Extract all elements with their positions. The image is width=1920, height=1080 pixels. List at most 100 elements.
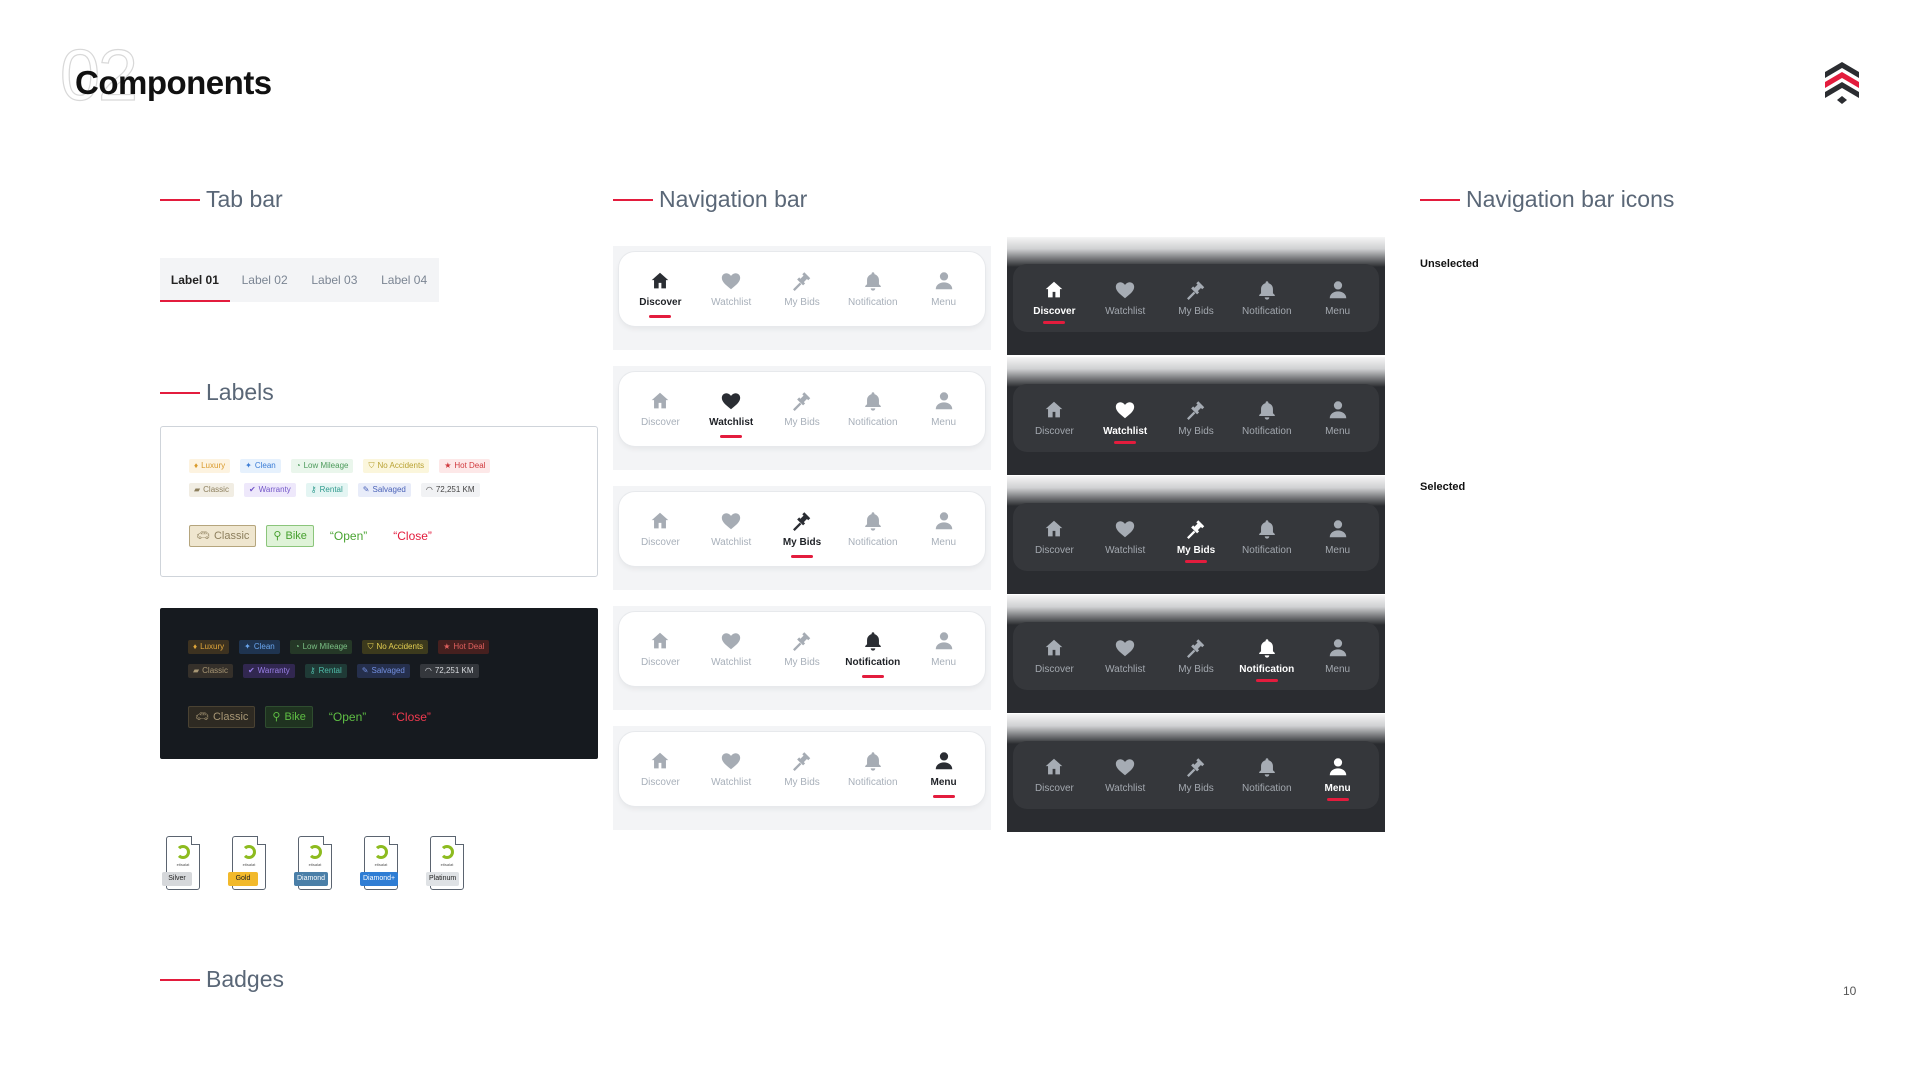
nav-item-my-bids[interactable]: My Bids	[1161, 384, 1231, 452]
dark-navigation-bar-variant: Discover Watchlist My Bids Notification Menu	[1007, 595, 1385, 713]
light-navigation-bar-variant: Discover Watchlist My Bids Notification Menu	[613, 366, 991, 470]
nav-item-menu[interactable]: Menu	[1303, 264, 1373, 332]
nav-item-my-bids[interactable]: My Bids	[1161, 622, 1231, 690]
chip-text: Clean	[254, 461, 276, 470]
badge-brand: etisalat	[374, 862, 388, 867]
tab-label-04[interactable]: Label 04	[369, 258, 439, 302]
nav-item-discover[interactable]: Discover	[1019, 264, 1089, 332]
nav-item-menu[interactable]: Menu	[1303, 741, 1373, 809]
badge-tier: Gold	[228, 872, 258, 886]
badge-tier: Platinum	[426, 872, 460, 886]
heading-accent-line	[160, 978, 200, 981]
nav-item-label: Notification	[1242, 306, 1292, 317]
bell-icon	[1258, 281, 1275, 300]
nav-item-notification[interactable]: Notification	[1232, 384, 1302, 452]
chip-text: No Accidents	[376, 642, 424, 651]
nav-item-discover[interactable]: Discover	[625, 252, 695, 326]
heart-icon	[1116, 521, 1135, 538]
heading-accent-line	[160, 391, 200, 394]
nav-item-label: My Bids	[1178, 783, 1214, 794]
nav-item-discover[interactable]: Discover	[625, 372, 695, 446]
bell-icon	[864, 272, 881, 291]
gavel-icon	[793, 752, 811, 771]
nav-item-my-bids[interactable]: My Bids	[1161, 741, 1231, 809]
navigation-bar: Discover Watchlist My Bids Notification Menu	[619, 492, 985, 566]
nav-item-discover[interactable]: Discover	[1019, 503, 1089, 571]
nav-item-notification[interactable]: Notification	[838, 252, 908, 326]
bike-label: ⚲ Bike	[266, 525, 314, 547]
nav-item-notification[interactable]: Notification	[838, 372, 908, 446]
nav-item-label: My Bids	[1176, 545, 1216, 556]
chip-text: Classic	[213, 530, 250, 542]
sparkle-icon: ✦	[244, 642, 251, 651]
car-icon: 🚗︎	[196, 530, 210, 542]
heart-icon	[722, 393, 741, 410]
nav-item-my-bids[interactable]: My Bids	[767, 732, 837, 806]
diamond-icon: ♦	[194, 461, 199, 470]
chip-text: Low Mileage	[303, 461, 349, 470]
nav-item-my-bids[interactable]: My Bids	[767, 492, 837, 566]
nav-item-watchlist[interactable]: Watchlist	[696, 252, 766, 326]
nav-item-watchlist[interactable]: Watchlist	[696, 612, 766, 686]
nav-item-watchlist[interactable]: Watchlist	[696, 492, 766, 566]
nav-item-menu[interactable]: Menu	[1303, 384, 1373, 452]
nav-item-discover[interactable]: Discover	[1019, 622, 1089, 690]
nav-item-notification[interactable]: Notification	[838, 492, 908, 566]
nav-item-notification[interactable]: Notification	[1232, 503, 1302, 571]
tab-label-01[interactable]: Label 01	[160, 258, 230, 302]
nav-item-menu[interactable]: Menu	[909, 252, 979, 326]
heart-icon	[722, 513, 741, 530]
navigation-bar: Discover Watchlist My Bids Notification Menu	[619, 252, 985, 326]
nav-item-menu[interactable]: Menu	[1303, 622, 1373, 690]
nav-item-menu[interactable]: Menu	[1303, 503, 1373, 571]
gavel-icon	[1187, 520, 1205, 539]
chip-text: Rental	[318, 666, 342, 675]
gavel-icon	[1187, 639, 1205, 658]
nav-item-menu[interactable]: Menu	[909, 612, 979, 686]
nav-item-notification[interactable]: Notification	[1232, 622, 1302, 690]
nav-item-my-bids[interactable]: My Bids	[1161, 264, 1231, 332]
badge-gold: etisalat Gold	[228, 836, 268, 892]
nav-item-discover[interactable]: Discover	[1019, 384, 1089, 452]
tab-label-02[interactable]: Label 02	[230, 258, 300, 302]
etisalat-logo-icon	[242, 845, 256, 859]
nav-item-watchlist[interactable]: Watchlist	[1090, 741, 1160, 809]
chip-text: Warranty	[257, 666, 290, 675]
heart-icon	[722, 633, 741, 650]
navigation-bar: Discover Watchlist My Bids Notification Menu	[1013, 264, 1379, 332]
nav-item-label: Menu	[1325, 306, 1351, 317]
nav-item-notification[interactable]: Notification	[838, 732, 908, 806]
unselected-caption: Unselected	[1420, 258, 1479, 270]
nav-item-watchlist[interactable]: Watchlist	[1090, 503, 1160, 571]
nav-item-watchlist[interactable]: Watchlist	[1090, 622, 1160, 690]
home-icon	[652, 632, 669, 649]
nav-item-watchlist[interactable]: Watchlist	[1090, 384, 1160, 452]
nav-item-discover[interactable]: Discover	[625, 492, 695, 566]
nav-item-notification[interactable]: Notification	[1232, 741, 1302, 809]
nav-item-label: Watchlist	[1105, 306, 1146, 317]
nav-item-label: Menu	[1324, 783, 1351, 794]
shield-icon: ⛉	[368, 461, 375, 470]
nav-item-notification[interactable]: Notification	[838, 612, 908, 686]
nav-item-my-bids[interactable]: My Bids	[767, 252, 837, 326]
nav-item-watchlist[interactable]: Watchlist	[696, 372, 766, 446]
nav-item-my-bids[interactable]: My Bids	[767, 612, 837, 686]
nav-item-my-bids[interactable]: My Bids	[1161, 503, 1231, 571]
nav-item-notification[interactable]: Notification	[1232, 264, 1302, 332]
tab-label-03[interactable]: Label 03	[300, 258, 370, 302]
badge-tier: Diamond+	[360, 872, 399, 886]
nav-item-watchlist[interactable]: Watchlist	[1090, 264, 1160, 332]
nav-item-label: Watchlist	[1105, 783, 1146, 794]
nav-item-discover[interactable]: Discover	[625, 732, 695, 806]
nav-item-my-bids[interactable]: My Bids	[767, 372, 837, 446]
nav-item-discover[interactable]: Discover	[625, 612, 695, 686]
nav-item-menu[interactable]: Menu	[909, 372, 979, 446]
nav-item-label: Menu	[931, 657, 957, 668]
key-icon: ⚷	[309, 666, 316, 675]
classic-label: 🚗︎ Classic	[188, 706, 256, 728]
nav-item-menu[interactable]: Menu	[909, 492, 979, 566]
nav-item-menu[interactable]: Menu	[909, 732, 979, 806]
nav-item-watchlist[interactable]: Watchlist	[696, 732, 766, 806]
nav-item-label: My Bids	[1178, 664, 1214, 675]
nav-item-discover[interactable]: Discover	[1019, 741, 1089, 809]
